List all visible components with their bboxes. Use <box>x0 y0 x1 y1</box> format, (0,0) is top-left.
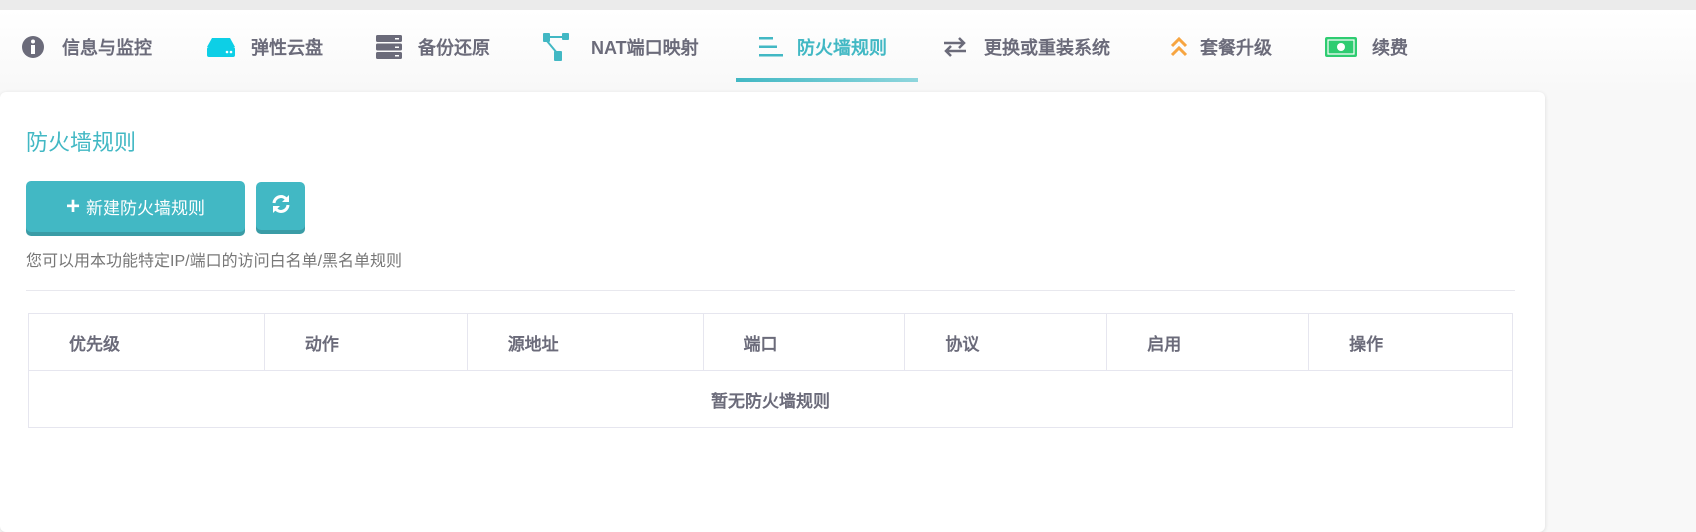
server-icon <box>376 34 402 60</box>
tab-plan-upgrade[interactable]: 套餐升级 <box>1166 34 1272 60</box>
tab-label: NAT端口映射 <box>591 38 699 58</box>
disk-icon <box>206 34 236 60</box>
active-tab-indicator <box>736 78 918 82</box>
refresh-icon <box>270 193 292 220</box>
column-header-action: 动作 <box>263 313 468 371</box>
tab-bar: 信息与监控 弹性云盘 备份还原 NAT端口映射 防火墙规则 更换或重装系统 套餐… <box>0 10 1696 90</box>
new-firewall-rule-button[interactable]: + 新建防火墙规则 <box>26 181 245 232</box>
tab-backup-restore[interactable]: 备份还原 <box>376 34 490 60</box>
plus-icon: + <box>65 192 80 220</box>
tab-label: 防火墙规则 <box>797 38 887 58</box>
tab-label: 弹性云盘 <box>251 38 323 58</box>
column-header-source: 源地址 <box>466 313 704 371</box>
network-icon <box>543 33 569 61</box>
tab-info-monitor[interactable]: 信息与监控 <box>20 34 152 60</box>
refresh-button[interactable] <box>256 182 305 230</box>
firewall-rules-table: 优先级 动作 源地址 端口 协议 启用 操作 暂无防火墙规则 <box>28 313 1513 428</box>
column-header-port: 端口 <box>702 313 906 371</box>
tab-label: 续费 <box>1372 38 1408 58</box>
help-text: 您可以用本功能特定IP/端口的访问白名单/黑名单规则 <box>26 253 403 270</box>
column-header-protocol: 协议 <box>904 313 1108 371</box>
tab-renew[interactable]: 续费 <box>1325 34 1408 60</box>
tab-label: 更换或重装系统 <box>984 38 1110 58</box>
column-header-operations: 操作 <box>1308 313 1513 371</box>
divider <box>26 290 1515 291</box>
tab-nat-port-mapping[interactable]: NAT端口映射 <box>543 33 699 61</box>
upgrade-icon <box>1166 34 1192 60</box>
page-title: 防火墙规则 <box>26 130 137 155</box>
exchange-icon <box>942 34 968 60</box>
firewall-card: 防火墙规则 + 新建防火墙规则 您可以用本功能特定IP/端口的访问白名单/黑名单… <box>0 92 1545 532</box>
tab-label: 套餐升级 <box>1200 38 1272 58</box>
tab-elastic-disk[interactable]: 弹性云盘 <box>206 34 323 60</box>
tab-firewall-rules[interactable]: 防火墙规则 <box>758 34 887 60</box>
info-icon <box>20 34 46 60</box>
table-empty-row: 暂无防火墙规则 <box>28 370 1513 428</box>
money-icon <box>1325 34 1357 60</box>
empty-message: 暂无防火墙规则 <box>28 370 1513 428</box>
top-bar <box>0 0 1696 10</box>
tab-reinstall-system[interactable]: 更换或重装系统 <box>942 34 1110 60</box>
tab-label: 信息与监控 <box>62 38 152 58</box>
list-icon <box>758 34 784 60</box>
table-header-row: 优先级 动作 源地址 端口 协议 启用 操作 <box>28 313 1513 371</box>
column-header-enabled: 启用 <box>1106 313 1310 371</box>
tab-label: 备份还原 <box>418 38 490 58</box>
column-header-priority: 优先级 <box>28 313 265 371</box>
button-label: 新建防火墙规则 <box>86 199 205 218</box>
